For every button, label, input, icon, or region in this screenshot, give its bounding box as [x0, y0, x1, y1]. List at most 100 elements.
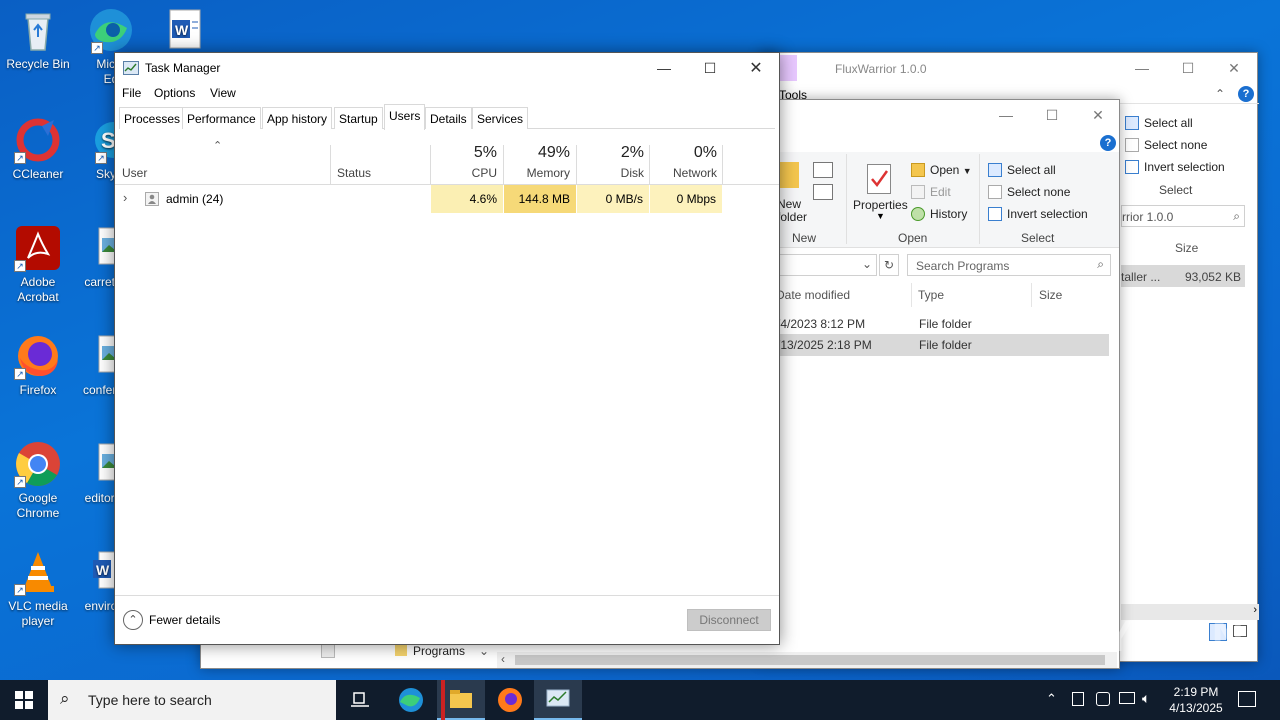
chevron-up-icon[interactable]: ⌃	[1046, 691, 1057, 707]
help-icon[interactable]: ?	[1100, 135, 1116, 151]
tab-app-history[interactable]: App history	[262, 107, 333, 129]
disk-total-percent[interactable]: 2%	[577, 144, 644, 162]
select-none-button[interactable]: Select none	[988, 185, 1070, 199]
close-button[interactable]: ✕	[1211, 53, 1257, 83]
memory-total-percent[interactable]: 49%	[504, 144, 570, 162]
tab-details[interactable]: Details	[425, 107, 472, 129]
new-item-icon[interactable]	[813, 162, 833, 178]
desktop-icon-recycle-bin[interactable]: Recycle Bin	[0, 6, 76, 72]
desktop-icon-word-doc[interactable]: W	[150, 6, 210, 57]
taskbar-firefox[interactable]	[486, 680, 534, 720]
task-view-button[interactable]	[336, 680, 384, 720]
cpu-total-percent[interactable]: 5%	[431, 144, 497, 162]
menu-options[interactable]: Options	[154, 86, 195, 100]
nav-pane-scroll[interactable]	[321, 644, 335, 658]
select-all-button[interactable]: Select all	[988, 163, 1056, 177]
taskbar-task-manager[interactable]	[534, 680, 582, 720]
user-icon	[145, 192, 159, 206]
vlc-icon: ↗	[14, 548, 62, 596]
horizontal-scrollbar[interactable]: ‹	[497, 652, 1117, 668]
address-bar[interactable]: ⌄	[779, 254, 877, 276]
chevron-down-icon[interactable]: ⌄	[479, 644, 489, 658]
scrollbar-thumb[interactable]	[515, 655, 1105, 665]
table-row-selected[interactable]: taller ... 93,052 KB	[1121, 265, 1245, 287]
tab-processes[interactable]: Processes	[119, 107, 186, 129]
maximize-button[interactable]: ☐	[687, 53, 733, 83]
fewer-details-link[interactable]: Fewer details	[149, 613, 220, 627]
new-folder-button[interactable]: New folder	[777, 198, 807, 224]
task-manager-window[interactable]: Task Manager — ☐ ✕ File Options View Pro…	[114, 52, 780, 645]
help-icon[interactable]: ?	[1238, 86, 1254, 102]
clock[interactable]: 2:19 PM 4/13/2025	[1164, 684, 1228, 716]
column-header-disk[interactable]: Disk	[577, 166, 644, 180]
column-header-date-modified[interactable]: Date modified	[776, 288, 850, 302]
network-icon[interactable]	[1119, 692, 1135, 704]
table-row[interactable]: /4/2023 8:12 PM File folder	[773, 313, 1109, 335]
invert-selection-button[interactable]: Invert selection	[988, 207, 1088, 221]
tab-services[interactable]: Services	[472, 107, 529, 129]
menu-view[interactable]: View	[210, 86, 236, 100]
desktop-icon-label: Recycle Bin	[6, 57, 70, 71]
invert-selection-button[interactable]: Invert selection	[1125, 160, 1225, 174]
cell-cpu: 4.6%	[431, 185, 503, 213]
taskbar-edge[interactable]	[387, 680, 435, 720]
column-header-status[interactable]: Status	[337, 166, 371, 180]
tablet-icon[interactable]	[1072, 692, 1084, 706]
chevron-up-icon[interactable]: ⌃	[1215, 87, 1225, 101]
table-row-selected[interactable]: /13/2025 2:18 PM File folder	[773, 334, 1109, 356]
column-header-type[interactable]: Type	[918, 288, 944, 302]
desktop-icon-vlc[interactable]: ↗ VLC media player	[0, 548, 76, 629]
chevron-down-icon: ▼	[962, 166, 972, 176]
title-bar[interactable]: Task Manager — ☐ ✕	[115, 53, 779, 83]
tab-startup[interactable]: Startup	[334, 107, 383, 129]
tab-performance[interactable]: Performance	[182, 107, 261, 129]
chevron-down-icon[interactable]: ▼	[876, 211, 885, 221]
ribbon-group-divider	[979, 154, 980, 244]
refresh-icon[interactable]: ↻	[879, 254, 899, 276]
search-programs-input[interactable]: Search Programs ⌕	[907, 254, 1111, 276]
edit-button[interactable]: Edit	[911, 185, 951, 199]
menu-file[interactable]: File	[122, 86, 141, 100]
chevron-right-icon[interactable]: ›	[1253, 604, 1257, 616]
volume-icon[interactable]: 🔈︎	[1142, 690, 1150, 707]
network-total-percent[interactable]: 0%	[650, 144, 717, 162]
security-icon[interactable]	[1096, 692, 1110, 706]
chevron-left-icon[interactable]: ‹	[501, 652, 505, 666]
minimize-button[interactable]: —	[983, 100, 1029, 130]
column-header-user[interactable]: User	[122, 166, 147, 180]
minimize-button[interactable]: —	[1119, 53, 1165, 83]
column-header-network[interactable]: Network	[650, 166, 717, 180]
minimize-button[interactable]: —	[641, 53, 687, 83]
desktop-icon-firefox[interactable]: ↗ Firefox	[0, 332, 76, 398]
expand-chevron-icon[interactable]: ›	[123, 190, 127, 205]
taskbar-search-box[interactable]: ⌕ Type here to search	[48, 680, 336, 720]
column-header-cpu[interactable]: CPU	[431, 166, 497, 180]
chevron-up-circle-icon[interactable]: ⌃	[123, 610, 143, 630]
search-box[interactable]: rrior 1.0.0 ⌕	[1121, 205, 1245, 227]
properties-button[interactable]: Properties	[853, 198, 908, 212]
select-none-button[interactable]: Select none	[1125, 138, 1207, 152]
select-all-button[interactable]: Select all	[1125, 116, 1193, 130]
column-header-memory[interactable]: Memory	[504, 166, 570, 180]
tab-users[interactable]: Users	[384, 104, 426, 130]
history-button[interactable]: History	[911, 207, 967, 221]
maximize-button[interactable]: ☐	[1165, 53, 1211, 83]
column-header-size[interactable]: Size	[1175, 241, 1198, 255]
close-button[interactable]: ✕	[733, 53, 779, 83]
close-button[interactable]: ✕	[1075, 100, 1121, 130]
desktop-icon-adobe-acrobat[interactable]: ↗ Adobe Acrobat	[0, 224, 76, 305]
taskbar-file-explorer[interactable]	[437, 680, 485, 720]
ribbon-group-select: Select	[1021, 231, 1055, 245]
column-header-size[interactable]: Size	[1039, 288, 1062, 302]
chevron-down-icon[interactable]: ⌄	[862, 257, 872, 271]
notifications-icon[interactable]	[1238, 691, 1256, 707]
sort-chevron-up-icon[interactable]: ⌃	[213, 139, 222, 152]
easy-access-icon[interactable]	[813, 184, 833, 200]
open-button[interactable]: Open ▼	[911, 163, 972, 177]
disconnect-button[interactable]: Disconnect	[687, 609, 771, 631]
desktop-icon-google-chrome[interactable]: ↗ Google Chrome	[0, 440, 76, 521]
maximize-button[interactable]: ☐	[1029, 100, 1075, 130]
desktop-icon-label: Firefox	[19, 383, 57, 397]
desktop-icon-ccleaner[interactable]: ↗ CCleaner	[0, 116, 76, 182]
start-button[interactable]	[0, 680, 48, 720]
